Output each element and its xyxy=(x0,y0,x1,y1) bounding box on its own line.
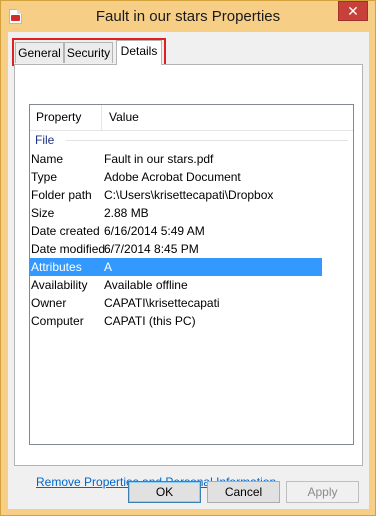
property-name: Folder path xyxy=(31,188,92,202)
property-name: Attributes xyxy=(31,260,82,274)
property-rows: Name Fault in our stars.pdf Type Adobe Acr… xyxy=(30,150,353,330)
property-value: 6/16/2014 5:49 AM xyxy=(104,224,205,238)
ok-button[interactable]: OK xyxy=(128,481,201,503)
tab-details[interactable]: Details xyxy=(116,40,162,65)
list-header: Property Value xyxy=(30,105,353,131)
list-item-selected[interactable]: Attributes A xyxy=(30,258,322,276)
property-name: Owner xyxy=(31,296,67,310)
apply-button[interactable]: Apply xyxy=(286,481,359,503)
column-header-value[interactable]: Value xyxy=(102,105,353,130)
property-name: Availability xyxy=(31,278,88,292)
property-name: Date modified xyxy=(31,242,106,256)
property-value: Adobe Acrobat Document xyxy=(104,170,241,184)
list-item[interactable]: Folder path C:\Users\krisettecapati\Dropb… xyxy=(30,186,353,204)
list-item[interactable]: Availability Available offline xyxy=(30,276,353,294)
list-item[interactable]: Date modified 6/7/2014 8:45 PM xyxy=(30,240,353,258)
property-name: Size xyxy=(31,206,55,220)
property-name: Name xyxy=(31,152,64,166)
list-item[interactable]: Size 2.88 MB xyxy=(30,204,353,222)
property-value: 2.88 MB xyxy=(104,206,149,220)
property-list[interactable]: Property Value File Name Fault in our sta… xyxy=(29,104,354,445)
list-item[interactable]: Date created 6/16/2014 5:49 AM xyxy=(30,222,353,240)
property-name: Type xyxy=(31,170,58,184)
group-header-file[interactable]: File xyxy=(30,131,353,149)
group-divider xyxy=(66,140,348,141)
window-title: Fault in our stars Properties xyxy=(95,8,281,25)
cancel-button[interactable]: Cancel xyxy=(207,481,280,503)
list-item[interactable]: Type Adobe Acrobat Document xyxy=(30,168,353,186)
property-value: Available offline xyxy=(104,278,188,292)
property-name: Date created xyxy=(31,224,100,238)
list-item[interactable]: Computer CAPATI (this PC) xyxy=(30,312,353,330)
details-panel: Property Value File Name Fault in our sta… xyxy=(14,64,363,489)
properties-window: Fault in our stars Properties ✕ General … xyxy=(0,0,376,516)
property-value: A xyxy=(104,260,113,274)
title-bar[interactable]: Fault in our stars Properties ✕ xyxy=(1,1,375,32)
property-name: Computer xyxy=(31,314,84,328)
property-value: CAPATI (this PC) xyxy=(104,314,196,328)
dialog-client-area: General Security Details Property Value … xyxy=(8,32,369,509)
list-item[interactable]: Name Fault in our stars.pdf xyxy=(30,150,353,168)
group-label: File xyxy=(35,133,55,147)
property-value: CAPATI\krisettecapati xyxy=(104,296,220,310)
list-item[interactable]: Owner CAPATI\krisettecapati xyxy=(30,294,353,312)
property-value: 6/7/2014 8:45 PM xyxy=(104,242,199,256)
property-value: Fault in our stars.pdf xyxy=(104,152,214,166)
close-button[interactable]: ✕ xyxy=(338,1,368,21)
property-value: C:\Users\krisettecapati\Dropbox xyxy=(104,188,274,202)
column-header-property[interactable]: Property xyxy=(30,105,102,130)
